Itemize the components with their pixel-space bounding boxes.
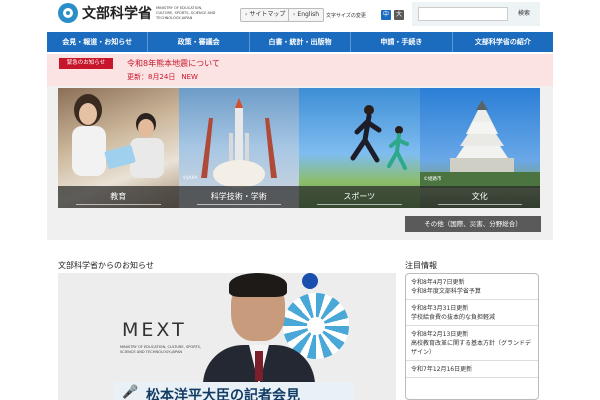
press-conference-banner[interactable]: MEXT MINISTRY OF EDUCATION, CULTURE, SPO…	[58, 273, 396, 400]
tile-science[interactable]: ©JAXA 科学技術・学術	[178, 88, 299, 208]
tile-education[interactable]: 教育	[58, 88, 179, 208]
list-item[interactable]: 令和7年12月16日更新	[406, 361, 538, 378]
press-caption: 🎤 松本洋平大臣の記者会見	[114, 382, 354, 400]
alert-tag: 緊急のお知らせ	[59, 58, 113, 69]
sitemap-link[interactable]: › サイトマップ	[240, 8, 291, 22]
list-item[interactable]: 令和8年2月13日更新 高校教育改革に関する基本方針（グランドデザイン）	[406, 326, 538, 361]
english-label: English	[297, 11, 320, 18]
list-item[interactable]: 令和8年4月7日更新 令和8年度文部科学省予算	[406, 274, 538, 300]
photo-credit: ©JAXA	[182, 176, 198, 181]
nav-item-press[interactable]: 会見・報道・お知らせ	[47, 32, 149, 52]
tile-culture-label: 文化	[419, 186, 540, 208]
list-item[interactable]: 令和8年3月31日更新 学校給食費の抜本的な負担軽減	[406, 300, 538, 326]
logo-subtitle: MINISTRY OF EDUCATION, CULTURE, SPORTS, …	[156, 5, 216, 20]
other-categories-button[interactable]: その他（国際、災害、分野総合）	[405, 216, 541, 232]
chevron-right-icon: ›	[293, 11, 296, 18]
photo-credit: ©姫路市	[423, 177, 442, 182]
mext-wordmark: MEXT	[122, 319, 187, 341]
item-date: 令和8年2月13日更新	[411, 331, 469, 338]
item-text: 高校教育改革に関する基本方針（グランドデザイン）	[411, 340, 532, 356]
site-header: 文部科学省 MINISTRY OF EDUCATION, CULTURE, SP…	[0, 0, 600, 30]
font-size-label: 文字サイズの変更	[326, 13, 366, 19]
alert-date: 更新：8月24日 NEW	[127, 72, 198, 82]
news-section-title: 文部科学省からのお知らせ	[58, 261, 154, 270]
tile-sports[interactable]: スポーツ	[299, 88, 420, 208]
education-photo	[72, 94, 164, 178]
global-nav: 会見・報道・お知らせ 政策・審議会 白書・統計・出版物 申請・手続き 文部科学省…	[47, 32, 553, 52]
font-size-normal[interactable]	[368, 10, 378, 20]
search-button[interactable]: 検索	[512, 7, 536, 21]
emergency-alert: 緊急のお知らせ 令和8年熊本地震について 更新：8月24日 NEW	[47, 54, 553, 86]
nav-item-procedures[interactable]: 申請・手続き	[351, 32, 453, 52]
runners-photo	[350, 105, 409, 170]
nav-item-about[interactable]: 文部科学省の紹介	[453, 32, 553, 52]
category-tiles: 教育 ©JAXA 科学技術・学術 スポーツ ©姫路市 文化	[58, 88, 540, 208]
press-caption-text: 松本洋平大臣の記者会見	[146, 388, 300, 400]
microphone-icon: 🎤	[122, 385, 139, 400]
search-box: 検索	[412, 2, 540, 26]
tile-sports-label: スポーツ	[299, 186, 420, 208]
nav-item-publications[interactable]: 白書・統計・出版物	[250, 32, 352, 52]
item-text: 学校給食費の抜本的な負担軽減	[411, 314, 496, 321]
item-text: 令和8年度文部科学省予算	[411, 288, 481, 295]
new-badge: NEW	[181, 73, 198, 81]
nav-item-policy[interactable]: 政策・審議会	[148, 32, 250, 52]
logo-text: 文部科学省	[82, 6, 152, 22]
alert-date-text: 更新：8月24日	[127, 73, 176, 81]
font-size-medium-button[interactable]: 中	[381, 10, 391, 20]
featured-title: 注目情報	[405, 261, 437, 270]
tile-culture[interactable]: ©姫路市 文化	[419, 88, 540, 208]
item-date: 令和8年4月7日更新	[411, 279, 465, 286]
english-link[interactable]: › English	[288, 8, 325, 22]
tile-education-label: 教育	[58, 186, 179, 208]
category-hero: 教育 ©JAXA 科学技術・学術 スポーツ ©姫路市 文化 その他（国際、災害、…	[47, 86, 553, 240]
mext-subtitle: MINISTRY OF EDUCATION, CULTURE, SPORTS, …	[120, 345, 202, 354]
sitemap-label: サイトマップ	[249, 11, 286, 18]
featured-list: 令和8年4月7日更新 令和8年度文部科学省予算 令和8年3月31日更新 学校給食…	[405, 273, 539, 400]
castle-photo	[419, 100, 540, 188]
rocket-photo	[200, 98, 277, 188]
chevron-right-icon: ›	[245, 11, 248, 18]
font-size-large-button[interactable]: 大	[394, 10, 404, 20]
item-date: 令和7年12月16日更新	[411, 366, 473, 373]
alert-title-link[interactable]: 令和8年熊本地震について	[127, 58, 220, 69]
page: 文部科学省 MINISTRY OF EDUCATION, CULTURE, SP…	[0, 0, 600, 400]
tile-science-label: 科学技術・学術	[178, 186, 299, 208]
site-logo[interactable]: 文部科学省 MINISTRY OF EDUCATION, CULTURE, SP…	[58, 3, 216, 23]
search-input[interactable]	[418, 7, 508, 21]
item-date: 令和8年3月31日更新	[411, 305, 469, 312]
ministry-emblem-icon	[58, 3, 78, 23]
